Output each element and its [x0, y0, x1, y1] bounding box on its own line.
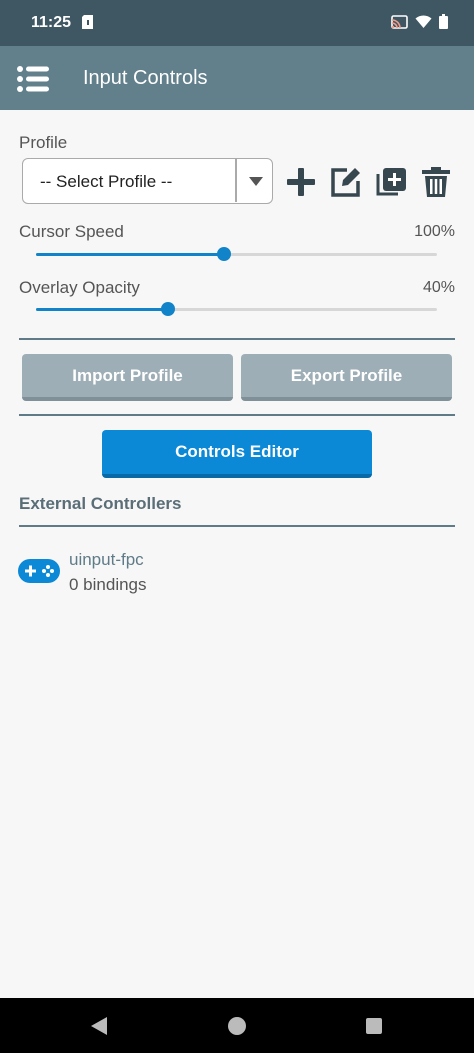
- status-bar: 11:25: [0, 0, 474, 46]
- duplicate-icon[interactable]: [375, 166, 407, 198]
- overlay-opacity-label: Overlay Opacity: [19, 278, 140, 297]
- battery-icon: [439, 14, 448, 29]
- overlay-opacity-thumb[interactable]: [161, 302, 176, 316]
- system-nav-bar: [0, 998, 474, 1053]
- profile-label: Profile: [19, 133, 68, 152]
- home-icon[interactable]: [228, 1017, 246, 1035]
- chevron-down-icon: [249, 177, 263, 186]
- cursor-speed-fill: [36, 253, 225, 256]
- app-bar: Input Controls: [0, 46, 474, 110]
- cast-icon: [391, 14, 408, 29]
- cursor-speed-thumb[interactable]: [217, 247, 232, 261]
- plus-icon[interactable]: [285, 166, 317, 198]
- controller-bindings: 0 bindings: [69, 575, 147, 594]
- input-controls-screen: 11:25 Input Controls Profile -- Select P…: [0, 0, 474, 1053]
- status-icons: [391, 14, 448, 29]
- edit-icon[interactable]: [330, 166, 362, 198]
- gamepad-icon: [18, 559, 60, 583]
- cursor-speed-value: 100%: [414, 223, 455, 240]
- import-profile-button[interactable]: Import Profile: [22, 354, 233, 401]
- divider: [19, 525, 455, 527]
- trash-icon[interactable]: [420, 166, 452, 198]
- external-controllers-title: External Controllers: [19, 494, 182, 513]
- recent-apps-icon[interactable]: [366, 1018, 382, 1034]
- profile-select-value: -- Select Profile --: [40, 172, 173, 191]
- list-item[interactable]: uinput-fpc 0 bindings: [18, 547, 318, 599]
- controller-name: uinput-fpc: [69, 550, 144, 569]
- overlay-opacity-slider[interactable]: [36, 302, 437, 316]
- page-title: Input Controls: [83, 67, 208, 89]
- wifi-icon: [415, 14, 432, 28]
- back-icon[interactable]: [90, 1017, 108, 1035]
- select-divider: [235, 159, 237, 202]
- divider: [19, 338, 455, 340]
- status-time: 11:25: [31, 14, 72, 31]
- overlay-opacity-fill: [36, 308, 169, 311]
- export-profile-button[interactable]: Export Profile: [241, 354, 452, 401]
- menu-icon[interactable]: [17, 66, 49, 92]
- controls-editor-button[interactable]: Controls Editor: [102, 430, 372, 478]
- overlay-opacity-value: 40%: [422, 279, 455, 296]
- profile-select[interactable]: -- Select Profile --: [22, 158, 273, 204]
- cursor-speed-slider[interactable]: [36, 247, 437, 261]
- divider: [19, 414, 455, 416]
- cursor-speed-label: Cursor Speed: [19, 222, 124, 241]
- sim-card-icon: [82, 15, 93, 29]
